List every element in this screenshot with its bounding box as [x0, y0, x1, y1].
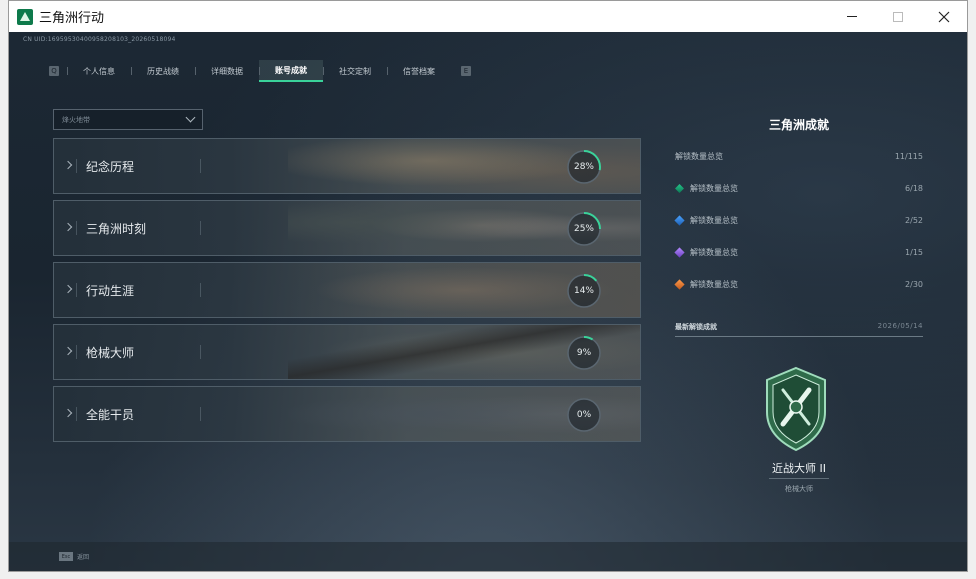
chevron-right-icon: [63, 222, 73, 232]
orange-gem-icon: [674, 278, 685, 290]
tab-history-record[interactable]: 历史战绩: [131, 60, 195, 82]
close-button[interactable]: [921, 1, 967, 32]
divider: [76, 407, 77, 421]
badge-category: 枪械大师: [785, 485, 813, 493]
progress-percent: 9%: [576, 348, 592, 358]
game-view: CN UID:16959530400958208103_20260518094 …: [9, 32, 967, 571]
panel-title: 三角洲成就: [768, 118, 829, 132]
tab-personal-info[interactable]: 个人信息: [67, 60, 131, 82]
summary-row-value: 2/52: [905, 215, 923, 225]
divider: [76, 345, 77, 359]
divider: [675, 336, 923, 337]
close-icon: [938, 11, 950, 22]
uid-text: CN UID:16959530400958208103_20260518094: [23, 36, 176, 43]
tab-bar: Q 个人信息 历史战绩 详细数据 账号成就 社交定制 信誉档案 E: [49, 60, 471, 82]
category-list: 纪念历程 28% 三角洲时刻 25% 行动生涯 14% 枪械大师 9% 全能干员 0%: [53, 138, 641, 448]
summary-row-purple: 解锁数量总览 1/15: [674, 245, 923, 259]
achievement-badge-icon[interactable]: [761, 366, 831, 452]
progress-ring: 14%: [566, 273, 602, 309]
window-title: 三角洲行动: [39, 11, 105, 26]
chevron-right-icon: [63, 284, 73, 294]
category-label: 三角洲时刻: [86, 222, 147, 236]
summary-row-label: 解锁数量总览: [690, 183, 738, 193]
chevron-right-icon: [63, 408, 73, 418]
latest-unlock-header: 最新解锁成就 2026/05/14: [675, 322, 923, 332]
tab-social-custom[interactable]: 社交定制: [323, 60, 387, 82]
back-label[interactable]: 返回: [77, 552, 89, 561]
dropdown-value: 烽火地带: [62, 115, 90, 124]
summary-total-row: 解锁数量总览 11/115: [675, 149, 923, 163]
progress-ring: 0%: [566, 397, 602, 433]
app-logo-icon: [17, 8, 33, 25]
latest-unlock-label: 最新解锁成就: [675, 323, 717, 331]
divider: [200, 407, 201, 421]
divider: [200, 221, 201, 235]
bottom-bar: Esc 返回: [9, 542, 967, 571]
progress-ring: 25%: [566, 211, 602, 247]
green-gem-icon: [675, 183, 684, 193]
progress-percent: 0%: [576, 410, 592, 420]
maximize-button[interactable]: [875, 1, 921, 32]
title-bar[interactable]: 三角洲行动: [9, 1, 967, 32]
summary-total-value: 11/115: [894, 151, 923, 161]
chevron-down-icon: [185, 112, 196, 123]
divider: [769, 478, 829, 479]
divider: [76, 159, 77, 173]
summary-row-orange: 解锁数量总览 2/30: [674, 277, 923, 291]
tab-detailed-data[interactable]: 详细数据: [195, 60, 259, 82]
minimize-button[interactable]: [829, 1, 875, 32]
progress-percent: 14%: [573, 286, 594, 296]
summary-row-value: 2/30: [905, 279, 923, 289]
app-window: 三角洲行动 CN UID:16959530400958208103_202605…: [8, 0, 968, 572]
divider: [76, 221, 77, 235]
category-card[interactable]: 枪械大师 9%: [53, 324, 641, 380]
progress-ring: 28%: [566, 149, 602, 185]
tab-account-achievements[interactable]: 账号成就: [259, 60, 323, 82]
progress-ring: 9%: [566, 335, 602, 371]
progress-percent: 28%: [573, 162, 594, 172]
summary-row-label: 解锁数量总览: [690, 215, 738, 225]
category-card[interactable]: 行动生涯 14%: [53, 262, 641, 318]
badge-name: 近战大师 II: [772, 462, 826, 475]
divider: [76, 283, 77, 297]
category-label: 纪念历程: [86, 160, 135, 174]
summary-row-label: 解锁数量总览: [690, 247, 738, 257]
summary-total-label: 解锁数量总览: [675, 151, 723, 161]
tab-reputation-file[interactable]: 信誉档案: [387, 60, 451, 82]
category-card[interactable]: 纪念历程 28%: [53, 138, 641, 194]
latest-unlock-date: 2026/05/14: [877, 322, 923, 330]
summary-row-blue: 解锁数量总览 2/52: [674, 213, 923, 227]
category-label: 全能干员: [86, 408, 135, 422]
divider: [200, 159, 201, 173]
divider: [200, 283, 201, 297]
purple-gem-icon: [674, 246, 685, 258]
progress-percent: 25%: [573, 224, 594, 234]
summary-row-value: 1/15: [905, 247, 923, 257]
mode-dropdown[interactable]: 烽火地带: [53, 109, 203, 130]
chevron-right-icon: [63, 346, 73, 356]
tab-next-key[interactable]: E: [461, 66, 471, 76]
summary-row-label: 解锁数量总览: [690, 279, 738, 289]
chevron-right-icon: [63, 160, 73, 170]
category-label: 行动生涯: [86, 284, 135, 298]
maximize-icon: [893, 11, 903, 22]
minimize-icon: [847, 16, 857, 17]
summary-row-value: 6/18: [905, 183, 923, 193]
divider: [200, 345, 201, 359]
esc-key-icon[interactable]: Esc: [59, 552, 73, 561]
blue-gem-icon: [674, 214, 685, 226]
category-card[interactable]: 三角洲时刻 25%: [53, 200, 641, 256]
category-card[interactable]: 全能干员 0%: [53, 386, 641, 442]
tab-prev-key[interactable]: Q: [49, 66, 59, 76]
category-label: 枪械大师: [86, 346, 135, 360]
summary-row-green: 解锁数量总览 6/18: [675, 181, 923, 195]
